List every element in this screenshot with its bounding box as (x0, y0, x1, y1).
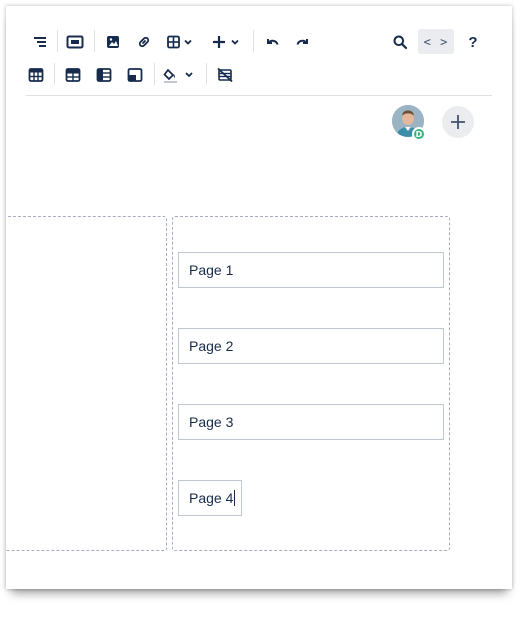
link-icon[interactable] (132, 31, 156, 53)
page-item[interactable]: Page 4 (178, 480, 242, 516)
help-icon[interactable]: ? (461, 31, 485, 53)
page-item-label: Page 1 (189, 262, 234, 278)
layout-column-left[interactable] (6, 216, 167, 551)
page-item[interactable]: Page 1 (178, 252, 444, 288)
text-caret (234, 490, 236, 506)
header-column-icon[interactable] (92, 64, 116, 86)
toolbar-separator (94, 30, 95, 52)
insert-more-icon[interactable] (209, 31, 245, 53)
editor-window: < > ? D Page 1 Page 2 Page 3 Page 4 (6, 6, 512, 589)
header-row-icon[interactable] (61, 64, 85, 86)
page-item-label: Page 4 (189, 490, 234, 506)
page-item-label: Page 3 (189, 414, 234, 430)
toolbar-separator (154, 63, 155, 85)
layouts-icon[interactable] (63, 31, 87, 53)
image-icon[interactable] (101, 31, 125, 53)
status-badge: D (412, 127, 426, 141)
undo-icon[interactable] (260, 31, 284, 53)
toolbar-separator (57, 30, 58, 52)
add-collaborator-button[interactable] (442, 106, 474, 138)
numbered-column-icon[interactable] (123, 64, 147, 86)
page-item-label: Page 2 (189, 338, 234, 354)
page-item[interactable]: Page 3 (178, 404, 444, 440)
toolbar-divider (26, 95, 492, 96)
page-item[interactable]: Page 2 (178, 328, 444, 364)
text-styles-icon[interactable] (28, 31, 52, 53)
table-options-icon[interactable] (24, 64, 48, 86)
search-icon[interactable] (388, 31, 412, 53)
toolbar-separator (54, 63, 55, 85)
cell-background-icon[interactable] (160, 64, 202, 86)
source-code-icon[interactable]: < > (418, 29, 454, 54)
toolbar-separator (206, 63, 207, 85)
plus-icon (451, 115, 465, 129)
toolbar-separator (253, 30, 254, 52)
redo-icon[interactable] (291, 31, 315, 53)
delete-table-icon[interactable] (213, 64, 237, 86)
table-icon[interactable] (163, 31, 199, 53)
